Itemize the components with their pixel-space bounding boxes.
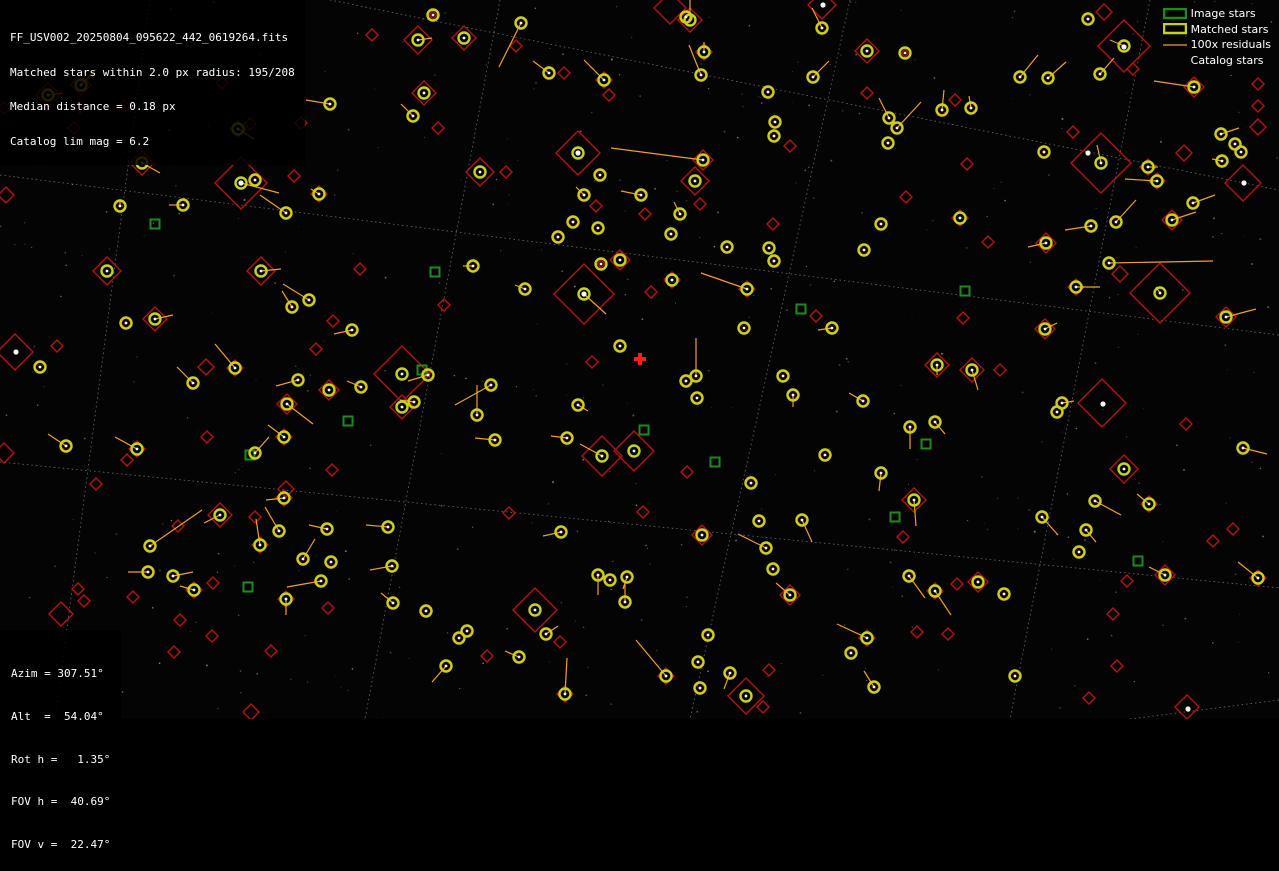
- info-matched: Matched stars within 2.0 px radius: 195/…: [10, 65, 295, 79]
- image-star-swatch-icon: [1159, 7, 1191, 21]
- catalog-star-swatch-icon: [1159, 54, 1191, 68]
- pointing-rotation: Rot h = 1.35°: [11, 752, 111, 766]
- pointing-panel: Azim = 307.51° Alt = 54.04° Rot h = 1.35…: [0, 630, 122, 871]
- pointing-fov-v: FOV v = 22.47°: [11, 837, 111, 851]
- pointing-azimuth: Azim = 307.51°: [11, 667, 104, 681]
- legend: Image stars Matched stars 100x residuals…: [1159, 6, 1271, 68]
- legend-item-image-stars: Image stars: [1159, 6, 1271, 22]
- pointing-altitude: Alt = 54.04°: [11, 710, 104, 724]
- info-limmag: Catalog lim mag = 6.2: [10, 134, 150, 148]
- image-info-panel: FF_USV002_20250804_095622_442_0619264.fi…: [0, 0, 305, 165]
- info-median: Median distance = 0.18 px: [10, 100, 176, 113]
- matched-star-swatch-icon: [1159, 22, 1191, 36]
- legend-item-catalog-stars: Catalog stars: [1159, 53, 1271, 69]
- pointing-fov-h: FOV h = 40.69°: [11, 795, 111, 809]
- legend-item-matched-stars: Matched stars: [1159, 22, 1271, 38]
- legend-item-residuals: 100x residuals: [1159, 37, 1271, 53]
- residual-line-swatch-icon: [1159, 38, 1191, 52]
- info-filename: FF_USV002_20250804_095622_442_0619264.fi…: [10, 31, 289, 44]
